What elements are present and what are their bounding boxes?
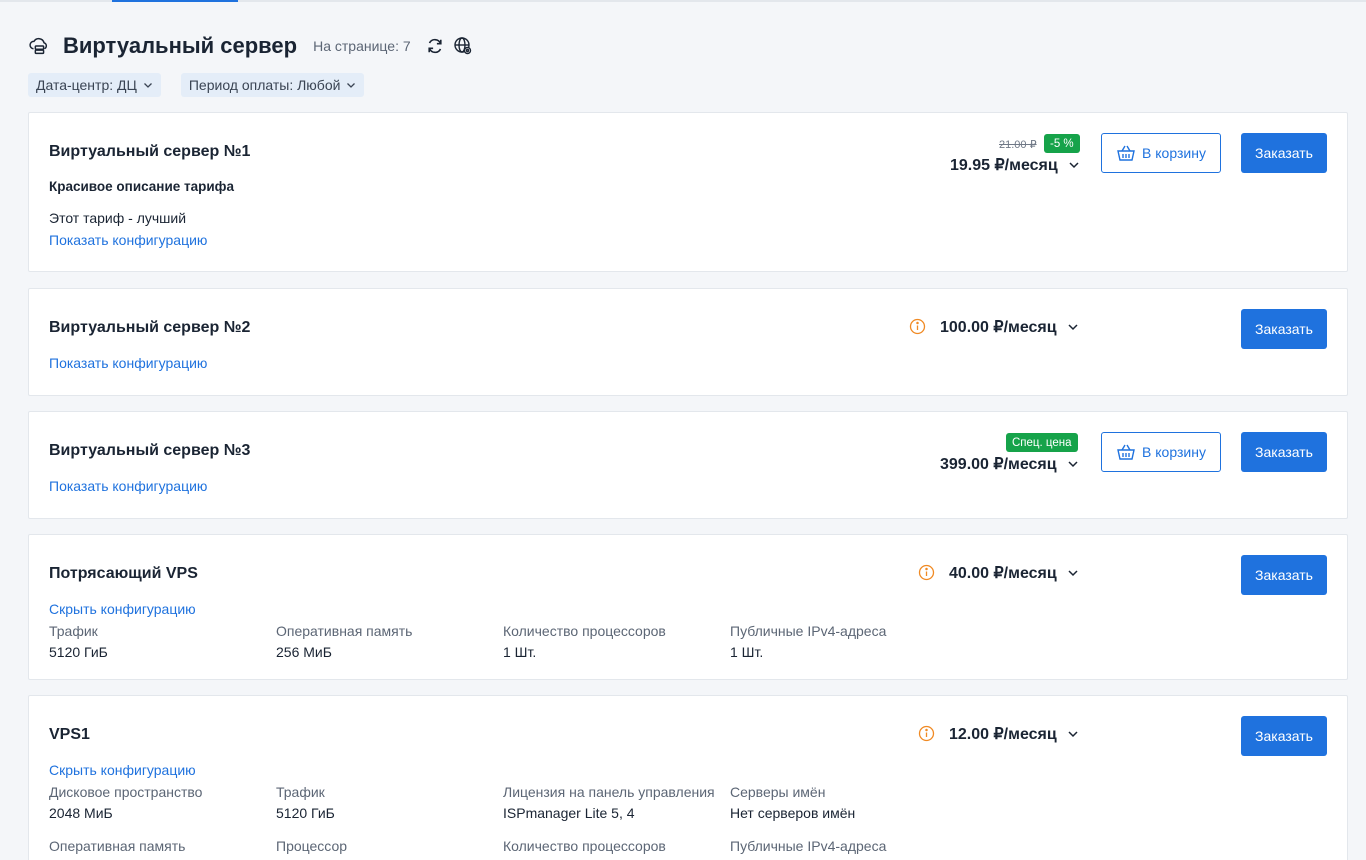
spec-label: Лицензия на панель управления [503,784,715,800]
spec-label: Трафик [49,623,98,639]
spec-value: 1 Шт. [503,644,537,660]
price-value: 399.00 ₽/месяц [940,456,1057,473]
show-config-link[interactable]: Показать конфигурацию [49,478,207,494]
hide-config-link[interactable]: Скрыть конфигурацию [49,601,196,617]
price-value: 19.95 ₽/месяц [950,157,1058,174]
price-selector[interactable]: 399.00 ₽/месяц [940,454,1079,474]
spec-label: Количество процессоров [503,838,666,854]
tariff-title: VPS1 [49,726,90,743]
show-config-link[interactable]: Показать конфигурацию [49,232,207,248]
price-selector[interactable]: 12.00 ₽/месяц [949,724,1079,744]
config-spec: Оперативная память 256 МиБ [276,623,496,660]
cloud-server-icon [29,37,48,55]
tariff-title: Виртуальный сервер №2 [49,319,251,336]
config-spec: Публичные IPv4-адреса [730,838,950,854]
info-icon[interactable] [909,318,926,335]
spec-label: Серверы имён [730,784,826,800]
spec-value: 5120 ГиБ [276,805,335,821]
tariff-card: Виртуальный сервер №2 Показать конфигура… [28,288,1348,396]
spec-value: 256 МиБ [276,644,332,660]
config-spec: Публичные IPv4-адреса 1 Шт. [730,623,950,660]
price-value: 12.00 ₽/месяц [949,726,1057,743]
spec-label: Количество процессоров [503,623,666,639]
price-selector[interactable]: 19.95 ₽/месяц [950,155,1080,175]
globe-settings-icon[interactable] [453,36,473,56]
spec-value: 1 Шт. [730,644,764,660]
spec-value: 2048 МиБ [49,805,113,821]
config-spec: Оперативная память [49,838,269,854]
top-tab-bar [0,0,1366,2]
spec-label: Оперативная память [49,838,186,854]
price-selector[interactable]: 100.00 ₽/месяц [940,317,1079,337]
old-price: 21.00 ₽ [999,139,1037,151]
tariff-title: Виртуальный сервер №1 [49,143,251,160]
price-value: 40.00 ₽/месяц [949,565,1057,582]
config-spec: Трафик 5120 ГиБ [276,784,496,821]
spec-label: Трафик [276,784,325,800]
order-button[interactable]: Заказать [1241,716,1327,756]
payment-period-filter-label: Период оплаты: Любой [188,77,341,93]
info-icon[interactable] [918,564,935,581]
spec-value: 5120 ГиБ [49,644,108,660]
order-button[interactable]: Заказать [1241,133,1327,173]
chevron-down-icon [1069,162,1079,169]
chevron-down-icon [1068,461,1078,468]
tariff-card: Виртуальный сервер №3 Показать конфигура… [28,411,1348,519]
add-to-cart-button[interactable]: В корзину [1101,133,1221,173]
tariff-card: Виртуальный сервер №1 Красивое описание … [28,112,1348,272]
order-button[interactable]: Заказать [1241,432,1327,472]
spec-label: Публичные IPv4-адреса [730,838,887,854]
chevron-down-icon [1068,570,1078,577]
config-spec: Процессор [276,838,496,854]
config-spec: Дисковое пространство 2048 МиБ [49,784,269,821]
add-to-cart-label: В корзину [1142,444,1206,460]
config-spec: Количество процессоров 1 Шт. [503,623,723,660]
discount-badge: -5 % [1044,134,1080,153]
datacenter-filter[interactable]: Дата-центр: ДЦ [28,73,161,97]
tariff-card: Потрясающий VPS Скрыть конфигурацию 40.0… [28,534,1348,680]
refresh-icon[interactable] [425,36,445,56]
spec-label: Оперативная память [276,623,413,639]
tariff-title: Потрясающий VPS [49,565,198,582]
config-spec: Трафик 5120 ГиБ [49,623,269,660]
order-button[interactable]: Заказать [1241,309,1327,349]
spec-label: Процессор [276,838,348,854]
chevron-down-icon [143,83,152,88]
spec-value: ISPmanager Lite 5, 4 [503,805,635,821]
chevron-down-icon [347,83,356,88]
config-spec: Лицензия на панель управления ISPmanager … [503,784,723,821]
add-to-cart-button[interactable]: В корзину [1101,432,1221,472]
special-price-badge: Спец. цена [1006,433,1078,452]
basket-icon [1117,145,1135,161]
info-icon[interactable] [918,725,935,742]
order-button[interactable]: Заказать [1241,555,1327,595]
tariff-subtitle: Красивое описание тарифа [49,179,235,194]
page-title: Виртуальный сервер [63,33,298,58]
config-spec: Количество процессоров [503,838,723,854]
tariff-title: Виртуальный сервер №3 [49,442,251,459]
price-value: 100.00 ₽/месяц [940,319,1057,336]
spec-label: Дисковое пространство [49,784,203,800]
config-spec: Серверы имён Нет серверов имён [730,784,950,821]
spec-value: Нет серверов имён [730,805,856,821]
chevron-down-icon [1068,731,1078,738]
spec-label: Публичные IPv4-адреса [730,623,887,639]
tariff-card: VPS1 Скрыть конфигурацию 12.00 ₽/месяц З… [28,695,1348,860]
page-header: Виртуальный сервер На странице: 7 [28,30,481,62]
basket-icon [1117,444,1135,460]
payment-period-filter[interactable]: Период оплаты: Любой [180,73,365,97]
show-config-link[interactable]: Показать конфигурацию [49,355,207,371]
chevron-down-icon [1068,324,1078,331]
add-to-cart-label: В корзину [1142,145,1206,161]
datacenter-filter-label: Дата-центр: ДЦ [36,77,137,93]
per-page-count: На странице: 7 [313,38,411,54]
filter-bar: Дата-центр: ДЦ Период оплаты: Любой [28,73,365,97]
price-selector[interactable]: 40.00 ₽/месяц [949,563,1079,583]
hide-config-link[interactable]: Скрыть конфигурацию [49,762,196,778]
tariff-description: Этот тариф - лучший [49,210,187,226]
active-tab-indicator [112,0,238,2]
